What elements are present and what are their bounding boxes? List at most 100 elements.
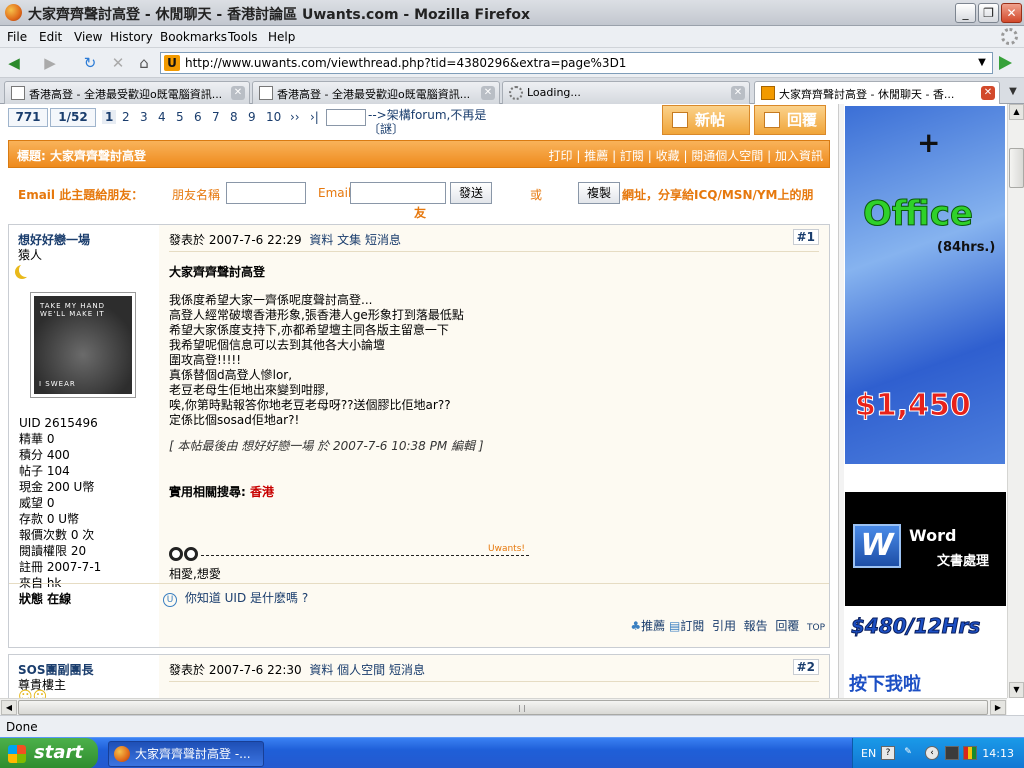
- quote-link[interactable]: 引用: [712, 619, 736, 633]
- tab-1[interactable]: 香港高登 - 全港最受歡迎o既電腦資訊... ✕: [4, 81, 250, 104]
- taskbar-firefox-item[interactable]: 大家齊齊聲討高登 -...: [108, 741, 264, 767]
- office-ad-banner[interactable]: + Office (84hrs.) $1,450: [845, 106, 1005, 464]
- profile-link[interactable]: 資料: [309, 663, 333, 677]
- menu-tools[interactable]: Tools: [228, 30, 258, 44]
- page-link-7[interactable]: 7: [212, 110, 220, 124]
- message-link[interactable]: 短消息: [389, 663, 425, 677]
- taskbar-item-label: 大家齊齊聲討高登 -...: [135, 747, 251, 761]
- menu-edit[interactable]: Edit: [39, 30, 62, 44]
- close-button[interactable]: ✕: [1001, 3, 1022, 23]
- page-jump-input[interactable]: [326, 109, 366, 126]
- recommend-link[interactable]: 推薦: [584, 149, 608, 163]
- menu-history[interactable]: History: [110, 30, 153, 44]
- promo-link[interactable]: -->架構forum,不再是〔謎〕: [368, 108, 488, 136]
- page-link-6[interactable]: 6: [194, 110, 202, 124]
- collapse-tray-icon[interactable]: ‹: [925, 746, 939, 760]
- tray-app-icon[interactable]: [945, 746, 959, 760]
- print-link[interactable]: 打印: [549, 149, 573, 163]
- address-bar[interactable]: U http://www.uwants.com/viewthread.php?t…: [160, 52, 993, 74]
- email-input[interactable]: [350, 182, 446, 204]
- go-arrow-icon[interactable]: [999, 56, 1012, 70]
- input-tool-icon[interactable]: ✎: [901, 746, 915, 760]
- menu-file[interactable]: File: [7, 30, 27, 44]
- start-button[interactable]: start: [0, 738, 98, 768]
- sidebar-toggle[interactable]: [838, 104, 844, 698]
- tab-list-icon[interactable]: ▼: [1004, 83, 1022, 101]
- page-next[interactable]: ››: [290, 110, 300, 124]
- help-icon[interactable]: ?: [881, 746, 895, 760]
- tab-4-active[interactable]: 大家齊齊聲討高登 - 休閒聊天 - 香... ✕: [754, 81, 1000, 105]
- uid-tip-text[interactable]: 你知道 UID 是什麽嗎 ?: [185, 591, 308, 605]
- minimize-button[interactable]: _: [955, 3, 976, 23]
- top-icon[interactable]: TOP: [807, 623, 825, 633]
- send-button[interactable]: 發送: [450, 182, 492, 204]
- home-icon[interactable]: ⌂: [134, 53, 154, 73]
- related-keyword[interactable]: 香港: [250, 485, 274, 499]
- stat-uid: UID 2615496: [19, 416, 98, 430]
- post-number[interactable]: #1: [792, 229, 819, 245]
- stop-icon[interactable]: ✕: [108, 53, 128, 73]
- scroll-thumb[interactable]: [18, 700, 988, 715]
- tab-close-icon[interactable]: ✕: [981, 86, 995, 100]
- post-number[interactable]: #2: [792, 659, 819, 675]
- page-link-10[interactable]: 10: [266, 110, 281, 124]
- scroll-left-icon[interactable]: ◀: [1, 700, 17, 715]
- add-info-link[interactable]: 加入資訊: [775, 149, 823, 163]
- scroll-down-icon[interactable]: ▼: [1009, 682, 1024, 698]
- forward-arrow-icon[interactable]: ▶: [40, 53, 60, 73]
- reply-button[interactable]: 回覆: [754, 105, 826, 135]
- page-link-9[interactable]: 9: [248, 110, 256, 124]
- related-label: 實用相關搜尋:: [169, 485, 246, 499]
- page-content: 771 1/52 1 2 3 4 5 6 7 8 9 10 ›› ›| -->架…: [0, 104, 1024, 698]
- recommend-link[interactable]: 推薦: [641, 619, 665, 633]
- eyes-icon: [169, 547, 201, 561]
- favorite-link[interactable]: 收藏: [656, 149, 680, 163]
- page-link-2[interactable]: 2: [122, 110, 130, 124]
- subscribe-link[interactable]: 訂閱: [620, 149, 644, 163]
- message-link[interactable]: 短消息: [365, 233, 401, 247]
- address-url[interactable]: http://www.uwants.com/viewthread.php?tid…: [185, 56, 626, 70]
- tab-close-icon[interactable]: ✕: [231, 86, 245, 100]
- divider: [169, 681, 819, 682]
- space-link[interactable]: 個人空間: [337, 663, 385, 677]
- scroll-up-icon[interactable]: ▲: [1009, 104, 1024, 120]
- flag-tray-icon[interactable]: [963, 746, 977, 760]
- page-link-1[interactable]: 1: [102, 110, 117, 124]
- menu-help[interactable]: Help: [268, 30, 295, 44]
- language-indicator[interactable]: EN: [861, 747, 876, 760]
- horizontal-scrollbar[interactable]: ◀ ▶: [0, 698, 1007, 715]
- promo-ad-banner[interactable]: 按下我啦: [845, 666, 1006, 698]
- subscribe-link[interactable]: 訂閱: [680, 619, 704, 633]
- tab-close-icon[interactable]: ✕: [731, 86, 745, 100]
- collection-link[interactable]: 文集: [337, 233, 361, 247]
- tab-3[interactable]: Loading... ✕: [502, 81, 750, 104]
- space-link[interactable]: 閱通個人空間: [691, 149, 763, 163]
- report-link[interactable]: 報告: [744, 619, 768, 633]
- uid-tip[interactable]: U 你知道 UID 是什麽嗎 ?: [163, 589, 308, 607]
- friend-name-input[interactable]: [226, 182, 306, 204]
- profile-link[interactable]: 資料: [309, 233, 333, 247]
- word-logo-icon: W: [853, 524, 901, 568]
- author-rank: 猿人: [18, 248, 43, 262]
- menu-view[interactable]: View: [74, 30, 102, 44]
- page-link-3[interactable]: 3: [140, 110, 148, 124]
- reply-link[interactable]: 回覆: [775, 619, 799, 633]
- word-ad-banner[interactable]: W Word 文書處理 $480/12Hrs: [845, 492, 1006, 654]
- tab-close-icon[interactable]: ✕: [481, 86, 495, 100]
- page-last[interactable]: ›|: [310, 110, 319, 124]
- vertical-scrollbar[interactable]: ▲ ▼: [1007, 104, 1024, 698]
- maximize-button[interactable]: ❐: [978, 3, 999, 23]
- back-arrow-icon[interactable]: ◀: [4, 53, 24, 73]
- page-link-4[interactable]: 4: [158, 110, 166, 124]
- scroll-right-icon[interactable]: ▶: [990, 700, 1006, 715]
- new-post-button[interactable]: 新帖: [662, 105, 750, 135]
- page-link-8[interactable]: 8: [230, 110, 238, 124]
- tab-2[interactable]: 香港高登 - 全港最受歡迎o既電腦資訊... ✕: [252, 81, 500, 104]
- page-link-5[interactable]: 5: [176, 110, 184, 124]
- loading-icon: [509, 86, 523, 100]
- copy-button[interactable]: 複製: [578, 182, 620, 204]
- address-dropdown-icon[interactable]: ▼: [974, 54, 990, 72]
- scroll-thumb[interactable]: [1009, 148, 1024, 188]
- menu-bookmarks[interactable]: Bookmarks: [160, 30, 227, 44]
- reload-icon[interactable]: ↻: [80, 53, 100, 73]
